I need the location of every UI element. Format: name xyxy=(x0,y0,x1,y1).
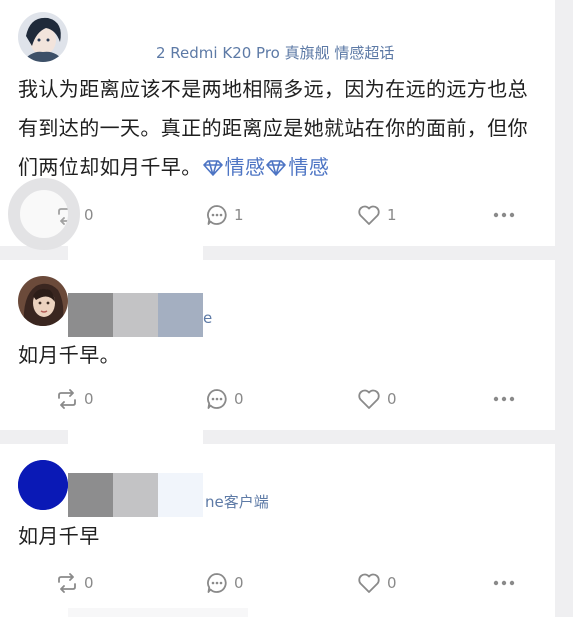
repost-icon xyxy=(58,389,76,409)
post-content: 如月千早。 xyxy=(18,336,120,375)
diamond-icon xyxy=(202,160,223,176)
post-source: 2 Redmi K20 Pro 真旗舰 情感超话 xyxy=(156,44,395,62)
heart-icon xyxy=(358,205,380,225)
comment-button[interactable]: 0 xyxy=(206,568,244,598)
like-button[interactable]: 0 xyxy=(357,384,397,414)
post-text: 如月千早 xyxy=(18,524,100,548)
comment-button[interactable]: 1 xyxy=(206,200,244,230)
username-redacted xyxy=(113,473,158,517)
weibo-feed: 2 Redmi K20 Pro 真旗舰 情感超话 我认为距离应该不是两地相隔多远… xyxy=(0,0,573,617)
avatar[interactable] xyxy=(18,460,68,510)
username-redacted xyxy=(158,293,203,337)
post-content: 如月千早 xyxy=(18,517,100,556)
more-dots-icon xyxy=(493,212,515,218)
redaction-strip xyxy=(68,246,203,260)
redaction-strip xyxy=(68,430,203,444)
more-button[interactable] xyxy=(493,384,515,414)
comment-icon xyxy=(207,389,227,409)
repost-count: 0 xyxy=(84,574,94,592)
post-source: e xyxy=(203,309,213,327)
username-redacted xyxy=(113,293,158,337)
like-count: 0 xyxy=(387,390,397,408)
repost-count: 0 xyxy=(84,206,94,224)
username-redacted xyxy=(68,293,113,337)
more-dots-icon xyxy=(493,580,515,586)
repost-button[interactable]: 0 xyxy=(56,568,94,598)
repost-icon xyxy=(58,573,76,593)
post-content: 我认为距离应该不是两地相隔多远，因为在远的远方也总有到达的一天。真正的距离应是她… xyxy=(18,70,538,187)
comment-count: 0 xyxy=(234,390,244,408)
post-actions: 0 0 0 xyxy=(0,384,555,414)
more-button[interactable] xyxy=(493,200,515,230)
comment-icon xyxy=(207,205,227,225)
more-dots-icon xyxy=(493,396,515,402)
topic-link[interactable]: 情感 xyxy=(202,155,266,179)
like-button[interactable]: 1 xyxy=(357,200,397,230)
post-actions: 0 0 0 xyxy=(0,568,555,598)
topic-link[interactable]: 情感 xyxy=(265,155,329,179)
avatar[interactable] xyxy=(18,12,68,62)
username-redacted xyxy=(158,473,203,517)
post-card[interactable]: e 如月千早。 0 0 0 xyxy=(0,260,555,430)
diamond-icon xyxy=(266,160,287,176)
comment-button[interactable]: 0 xyxy=(206,384,244,414)
redaction-strip xyxy=(68,608,248,617)
username-redacted xyxy=(112,24,160,64)
touch-ripple xyxy=(8,178,80,250)
comment-count: 0 xyxy=(234,574,244,592)
post-actions: 0 1 1 xyxy=(0,200,555,230)
heart-icon xyxy=(358,573,380,593)
post-source: ne客户端 xyxy=(205,493,269,511)
post-card[interactable]: 2 Redmi K20 Pro 真旗舰 情感超话 我认为距离应该不是两地相隔多远… xyxy=(0,0,555,250)
heart-icon xyxy=(358,389,380,409)
like-count: 1 xyxy=(387,206,397,224)
more-button[interactable] xyxy=(493,568,515,598)
like-count: 0 xyxy=(387,574,397,592)
topic-label: 情感 xyxy=(224,155,266,179)
username-redacted xyxy=(68,473,113,517)
comment-count: 1 xyxy=(234,206,244,224)
post-card[interactable]: ne客户端 如月千早 0 0 0 xyxy=(0,444,555,617)
avatar[interactable] xyxy=(18,276,68,326)
comment-icon xyxy=(207,573,227,593)
topic-label: 情感 xyxy=(288,155,330,179)
repost-button[interactable]: 0 xyxy=(56,384,94,414)
post-text: 如月千早。 xyxy=(18,343,120,367)
repost-count: 0 xyxy=(84,390,94,408)
like-button[interactable]: 0 xyxy=(357,568,397,598)
